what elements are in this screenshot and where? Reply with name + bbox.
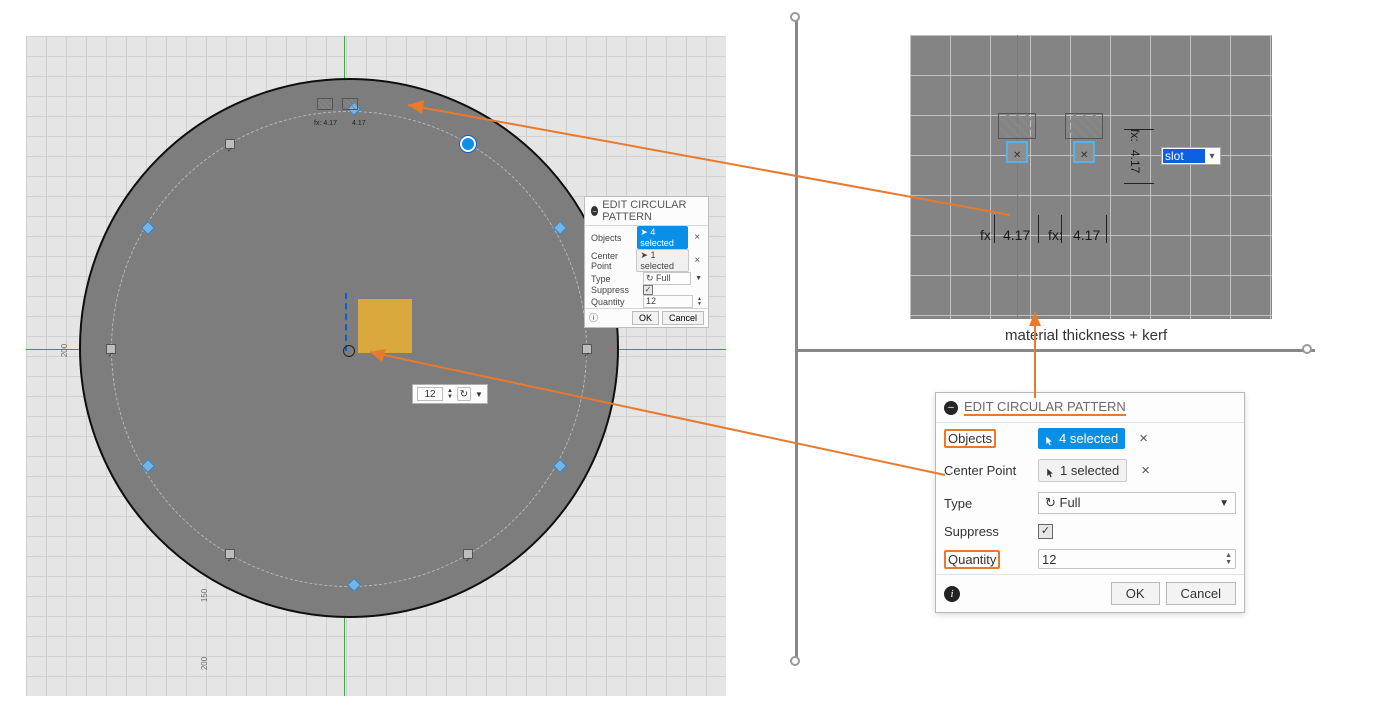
ok-button[interactable]: OK <box>1111 582 1160 605</box>
fixed-constraint-icon <box>998 113 1036 139</box>
separator-anchor-bottom <box>790 656 800 666</box>
fixed-constraint-icon <box>1065 113 1103 139</box>
suppress-label: Suppress <box>944 524 1030 539</box>
dimension-text: 4.17 <box>352 120 366 127</box>
objects-selection-chip[interactable]: ➤ 4 selected <box>637 226 688 249</box>
full-rotation-icon[interactable]: ↻ <box>457 387 471 401</box>
clear-objects-icon[interactable]: × <box>692 232 702 243</box>
pattern-quantity-floater[interactable]: 12 ▲▼ ↻ ▼ <box>412 384 488 404</box>
y-axis-line <box>1017 35 1018 319</box>
clear-center-icon[interactable]: × <box>1135 462 1156 479</box>
dropdown-caret-icon[interactable]: ▼ <box>475 390 483 399</box>
ruler-tick: 200 <box>60 344 69 357</box>
type-dropdown[interactable]: ↻ Full <box>643 272 691 285</box>
cancel-button[interactable]: Cancel <box>662 311 704 325</box>
suppress-label: Suppress <box>591 285 639 295</box>
circular-pattern-dialog[interactable]: – EDIT CIRCULAR PATTERN Objects 4 select… <box>935 392 1245 613</box>
sketch-canvas[interactable]: 200 150 100 50 50 100 150 200 fx: 4.17 4… <box>26 36 726 696</box>
pattern-instance[interactable] <box>225 139 235 149</box>
chevron-down-icon[interactable]: ▼ <box>695 275 702 282</box>
clear-objects-icon[interactable]: × <box>1133 430 1154 447</box>
sketch-point[interactable] <box>1006 141 1028 163</box>
dimension-fx-label: fx: <box>1128 129 1142 142</box>
pattern-instance[interactable] <box>106 344 116 354</box>
quantity-value[interactable]: 12 <box>417 387 443 401</box>
quantity-stepper[interactable]: ▲▼ <box>697 297 702 307</box>
parameter-input[interactable]: ▾ <box>1161 147 1221 165</box>
dimension-fx-label: fx: <box>1048 227 1063 243</box>
material-annotation: material thickness + kerf <box>1005 327 1167 344</box>
separator-anchor-right <box>1302 344 1312 354</box>
dimension-value[interactable]: 4.17 <box>1128 150 1142 173</box>
chevron-down-icon[interactable]: ▼ <box>1219 498 1229 509</box>
sketch-point[interactable] <box>1073 141 1095 163</box>
quantity-label: Quantity <box>944 550 1000 569</box>
separator-anchor-top <box>790 12 800 22</box>
suppress-checkbox[interactable]: ✓ <box>643 285 653 295</box>
dimension-value[interactable]: 4.17 <box>1003 227 1030 243</box>
objects-label: Objects <box>591 233 633 243</box>
quantity-stepper[interactable]: ▲▼ <box>447 388 453 400</box>
dialog-title: EDIT CIRCULAR PATTERN <box>602 199 702 223</box>
ok-button[interactable]: OK <box>632 311 659 325</box>
objects-selection-chip[interactable]: 4 selected <box>1038 428 1125 449</box>
center-selection-chip[interactable]: 1 selected <box>1038 459 1127 482</box>
collapse-icon[interactable]: – <box>944 401 958 415</box>
pattern-rotation-handle[interactable] <box>460 136 476 152</box>
quantity-stepper[interactable]: ▲▼ <box>1225 552 1232 566</box>
ruler-tick: 150 <box>200 589 209 602</box>
collapse-icon[interactable]: – <box>591 206 598 216</box>
dimension-text: fx: 4.17 <box>314 120 337 127</box>
dialog-title: EDIT CIRCULAR PATTERN <box>964 399 1126 416</box>
cursor-icon <box>1045 434 1055 444</box>
ruler-tick: 200 <box>200 657 209 670</box>
slot-detail-canvas[interactable]: fx 4.17 fx: 4.17 fx: 4.17 ▾ <box>910 35 1272 319</box>
quantity-label: Quantity <box>591 297 639 307</box>
type-dropdown[interactable]: ↻ Full ▼ <box>1038 492 1236 514</box>
dimension-fx-label: fx <box>980 227 991 243</box>
quantity-input[interactable]: 12 <box>643 295 693 308</box>
separator-vertical <box>795 15 798 663</box>
pattern-instance[interactable] <box>463 549 473 559</box>
pattern-instance[interactable] <box>582 344 592 354</box>
sketch-origin[interactable] <box>337 339 357 359</box>
dimension-value[interactable]: 4.17 <box>1073 227 1100 243</box>
separator-horizontal <box>795 349 1315 352</box>
center-selection-chip[interactable]: ➤ 1 selected <box>636 249 688 272</box>
clear-center-icon[interactable]: × <box>693 255 703 266</box>
center-label: Center Point <box>591 251 632 271</box>
circular-pattern-dialog-small[interactable]: – EDIT CIRCULAR PATTERN Objects ➤ 4 sele… <box>584 196 709 328</box>
type-label: Type <box>944 496 1030 511</box>
suppress-checkbox[interactable]: ✓ <box>1038 524 1053 539</box>
type-label: Type <box>591 274 639 284</box>
center-label: Center Point <box>944 463 1030 478</box>
info-icon[interactable]: i <box>944 586 960 602</box>
slot-dimension-group: fx: 4.17 4.17 <box>314 96 384 134</box>
cancel-button[interactable]: Cancel <box>1166 582 1236 605</box>
pattern-instance[interactable] <box>225 549 235 559</box>
cursor-icon <box>1046 466 1056 476</box>
face-highlight <box>358 299 412 353</box>
objects-label: Objects <box>944 429 996 448</box>
chevron-down-icon[interactable]: ▾ <box>1205 151 1219 162</box>
parameter-name-field[interactable] <box>1163 149 1205 163</box>
quantity-input[interactable]: 12 ▲▼ <box>1038 549 1236 569</box>
